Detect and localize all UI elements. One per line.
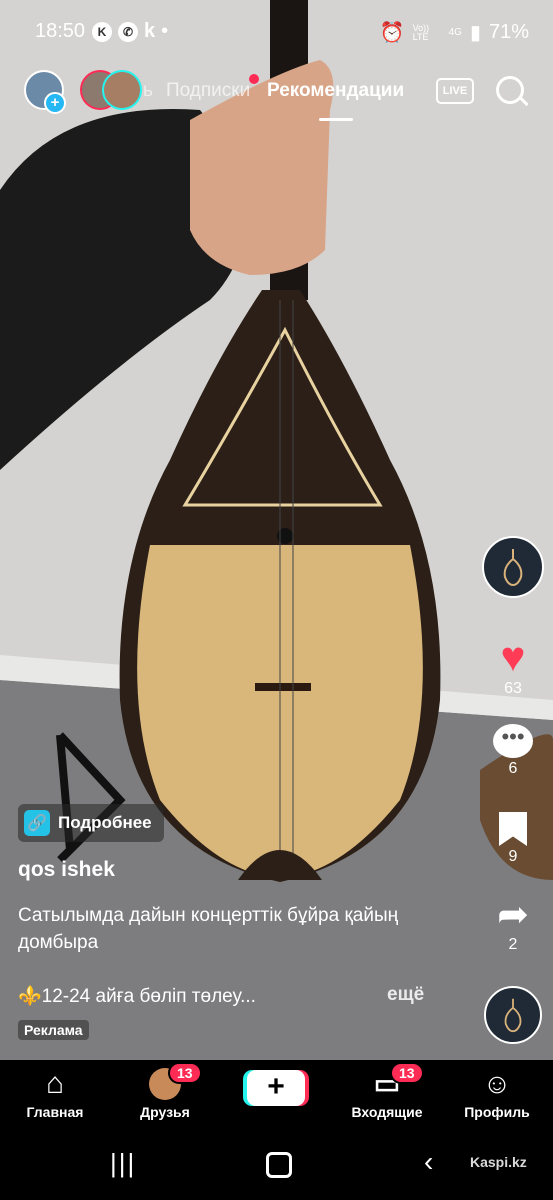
link-icon: 🔗 bbox=[24, 810, 50, 836]
tab-recommended[interactable]: Рекомендации bbox=[267, 80, 404, 102]
comment-action[interactable]: ••• 6 bbox=[473, 724, 553, 778]
sound-disc[interactable] bbox=[473, 986, 553, 1044]
bottom-nav: ⌂ Главная Друзья 13 + ▭ Входящие 13 ☺ Пр… bbox=[0, 1060, 553, 1140]
save-action[interactable]: 9 bbox=[473, 812, 553, 866]
top-nav: + ь Подписки Рекомендации LIVE bbox=[0, 64, 553, 124]
signal-icon: ▮ bbox=[469, 22, 481, 44]
status-app-icons: K ✆ k • bbox=[92, 20, 168, 43]
promo-text: ⚜️12-24 айға бөліп төлеу... bbox=[18, 986, 256, 1007]
video-frame[interactable] bbox=[0, 0, 553, 1060]
following-dot bbox=[249, 74, 259, 84]
heart-icon[interactable]: ♥ bbox=[473, 636, 553, 678]
dombra-logo-icon bbox=[503, 549, 523, 587]
nav-friends-label: Друзья bbox=[140, 1104, 190, 1120]
tab-partial[interactable]: ь bbox=[143, 80, 153, 102]
creator-avatar[interactable] bbox=[482, 536, 544, 598]
plus-icon: + bbox=[267, 1070, 285, 1103]
status-dot: • bbox=[161, 20, 169, 42]
nav-profile-label: Профиль bbox=[464, 1104, 530, 1120]
home-icon: ⌂ bbox=[45, 1067, 65, 1100]
ad-badge: Реклама bbox=[18, 1020, 89, 1040]
story-avatar-2[interactable] bbox=[102, 70, 142, 110]
active-tab-underline bbox=[319, 118, 353, 121]
search-icon[interactable] bbox=[496, 76, 524, 104]
learn-more-label: Подробнее bbox=[58, 813, 152, 832]
kaspi-icon: K bbox=[92, 21, 112, 42]
system-nav-bar: ||| ‹ Kaspi.kz bbox=[0, 1140, 553, 1200]
create-button[interactable]: + bbox=[247, 1070, 305, 1106]
status-right: ⏰ Vo)) LTE 4G ▮ 71% bbox=[380, 20, 529, 45]
expand-link[interactable]: ещё bbox=[387, 984, 424, 1006]
share-icon[interactable]: ➦ bbox=[473, 896, 553, 934]
dombra-logo-icon bbox=[504, 998, 522, 1033]
like-action[interactable]: ♥ 63 bbox=[473, 636, 553, 698]
nav-home[interactable]: ⌂ Главная bbox=[5, 1067, 105, 1121]
side-actions bbox=[473, 536, 553, 598]
live-icon[interactable]: LIVE bbox=[436, 78, 474, 104]
caption: Сатылымда дайын концерттік бұйра қайың д… bbox=[18, 905, 399, 953]
like-count: 63 bbox=[504, 680, 522, 697]
status-bar: 18:50 K ✆ k • ⏰ Vo)) LTE 4G ▮ 71% bbox=[0, 0, 553, 62]
sound-disc-icon[interactable] bbox=[484, 986, 542, 1044]
bookmark-icon[interactable] bbox=[499, 812, 527, 846]
video-content bbox=[0, 0, 553, 1060]
share-count: 2 bbox=[508, 936, 518, 953]
recent-apps-icon[interactable]: ||| bbox=[110, 1148, 136, 1179]
volte-label: Vo)) LTE bbox=[412, 22, 430, 42]
friends-badge: 13 bbox=[168, 1062, 202, 1084]
status-time: 18:50 bbox=[35, 20, 86, 42]
profile-icon: ☺ bbox=[482, 1068, 512, 1099]
comment-icon[interactable]: ••• bbox=[493, 724, 533, 758]
share-action[interactable]: ➦ 2 bbox=[473, 896, 553, 954]
whatsapp-icon: ✆ bbox=[118, 21, 138, 42]
battery-text: 71% bbox=[488, 21, 529, 43]
kaspi-watermark: Kaspi.kz bbox=[470, 1154, 527, 1170]
tab-following[interactable]: Подписки bbox=[166, 80, 250, 102]
nav-home-label: Главная bbox=[26, 1104, 84, 1120]
inbox-badge: 13 bbox=[390, 1062, 424, 1084]
nav-inbox-label: Входящие bbox=[351, 1104, 423, 1120]
k-icon: k bbox=[144, 20, 156, 42]
comment-count: 6 bbox=[508, 760, 518, 777]
username[interactable]: qos ishek bbox=[18, 858, 438, 882]
network-label: 4G bbox=[448, 27, 462, 38]
nav-profile[interactable]: ☺ Профиль bbox=[447, 1068, 547, 1120]
alarm-icon: ⏰ bbox=[379, 22, 405, 44]
home-system-icon[interactable] bbox=[266, 1152, 292, 1178]
learn-more-button[interactable]: 🔗 Подробнее bbox=[18, 804, 164, 842]
back-icon[interactable]: ‹ bbox=[424, 1146, 433, 1178]
add-story-icon[interactable]: + bbox=[44, 92, 66, 114]
save-count: 9 bbox=[508, 848, 518, 865]
